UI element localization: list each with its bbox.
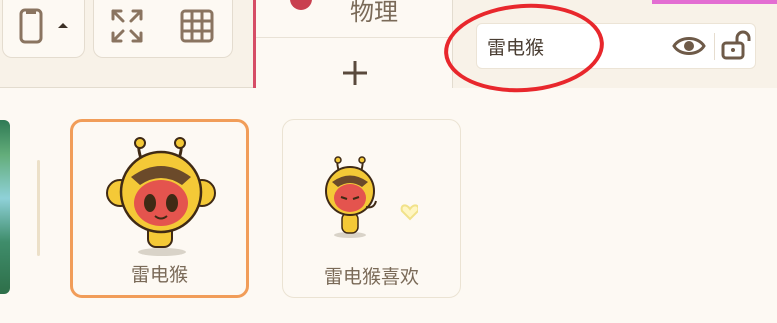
- add-tab-plus-icon[interactable]: [340, 58, 370, 88]
- costume-card[interactable]: 雷电猴喜欢: [282, 119, 461, 298]
- tab-panel: 物理: [253, 0, 453, 88]
- fullscreen-icon[interactable]: [110, 8, 144, 48]
- view-button-group: [93, 0, 233, 58]
- costume-card-selected[interactable]: 雷电猴: [70, 119, 249, 298]
- costume-thumbnail: [106, 137, 216, 256]
- tab-divider: [256, 37, 452, 38]
- costume-label: 雷电猴: [130, 264, 188, 286]
- physics-tab-icon: [290, 0, 312, 10]
- costume-thumbnail: [325, 156, 418, 238]
- grid-icon[interactable]: [179, 8, 215, 48]
- device-button-group: [2, 0, 85, 58]
- sprite-name-bar: [453, 4, 777, 88]
- phone-icon[interactable]: [18, 8, 46, 48]
- costume-label: 雷电猴喜欢: [323, 266, 419, 288]
- chevron-up-icon[interactable]: [56, 16, 70, 35]
- tab-physics[interactable]: 物理: [350, 0, 398, 27]
- eye-icon[interactable]: [672, 34, 706, 62]
- sprite-name-field: [476, 23, 756, 69]
- sprite-name-input[interactable]: [487, 33, 657, 59]
- panel-divider: [37, 160, 40, 256]
- stage-preview-thumbnail[interactable]: [0, 120, 10, 294]
- unlock-icon[interactable]: [720, 30, 752, 66]
- field-separator: [714, 33, 715, 60]
